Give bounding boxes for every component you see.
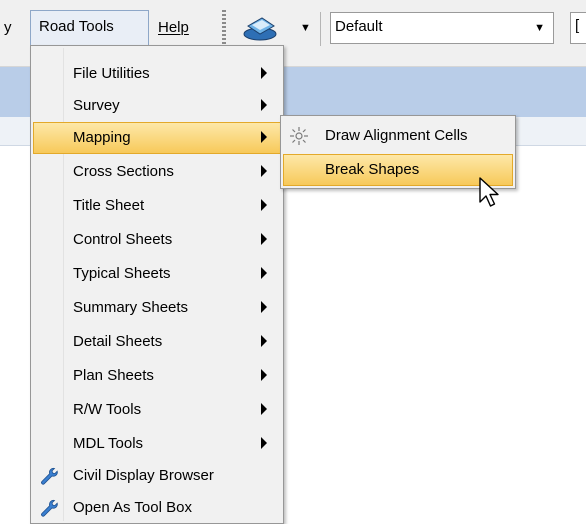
- menu-item-summary-sheets[interactable]: Summary Sheets: [33, 292, 281, 324]
- menu-item-mdl-tools[interactable]: MDL Tools: [33, 428, 281, 460]
- submenu-arrow-icon: [261, 67, 267, 79]
- menu-item-label: Survey: [73, 97, 120, 114]
- menu-item-label: Control Sheets: [73, 231, 173, 248]
- menu-item-control-sheets[interactable]: Control Sheets: [33, 224, 281, 256]
- menubar-item-partial[interactable]: y: [4, 18, 12, 38]
- submenu-arrow-icon: [261, 99, 267, 111]
- submenu-arrow-icon: [261, 403, 267, 415]
- toolbar-grip[interactable]: [222, 10, 226, 50]
- submenu-arrow-icon: [261, 165, 267, 177]
- sun-icon: [290, 127, 308, 145]
- menu-item-label: Mapping: [73, 129, 131, 146]
- menu-item-label: R/W Tools: [73, 401, 142, 418]
- submenu-arrow-icon: [261, 301, 267, 313]
- menu-item-title-sheet[interactable]: Title Sheet: [33, 190, 281, 222]
- road-tools-menu: File Utilities Survey Mapping Cross Sect…: [30, 45, 284, 524]
- submenu-item-label: Break Shapes: [325, 161, 420, 178]
- submenu-arrow-icon: [261, 437, 267, 449]
- menu-item-label: Title Sheet: [73, 197, 145, 214]
- wrench-icon: [41, 499, 58, 517]
- menu-item-label: Cross Sections: [73, 163, 174, 180]
- submenu-arrow-icon: [261, 233, 267, 245]
- submenu-arrow-icon: [261, 131, 267, 143]
- menu-item-open-as-tool-box[interactable]: Open As Tool Box: [33, 492, 281, 524]
- menu-item-label: Civil Display Browser: [73, 467, 214, 484]
- menu-item-label: Typical Sheets: [73, 265, 171, 282]
- submenu-arrow-icon: [261, 267, 267, 279]
- menu-item-mapping[interactable]: Mapping: [33, 122, 281, 154]
- level-combo[interactable]: Default ▼: [330, 12, 554, 44]
- layers-icon[interactable]: [240, 14, 280, 44]
- menu-item-label: Detail Sheets: [73, 333, 163, 350]
- menubar-item-help[interactable]: Help: [158, 18, 189, 38]
- menu-item-label: MDL Tools: [73, 435, 144, 452]
- menu-item-label: Plan Sheets: [73, 367, 154, 384]
- menu-item-rw-tools[interactable]: R/W Tools: [33, 394, 281, 426]
- menu-item-label: Open As Tool Box: [73, 499, 192, 516]
- menubar-item-road-tools[interactable]: Road Tools: [30, 10, 149, 46]
- menu-item-survey[interactable]: Survey: [33, 90, 281, 122]
- next-combo-text: [: [575, 17, 580, 34]
- mouse-cursor-icon: [479, 177, 499, 207]
- wrench-icon: [41, 467, 58, 485]
- menu-item-civil-display-browser[interactable]: Civil Display Browser: [33, 460, 281, 492]
- menu-item-cross-sections[interactable]: Cross Sections: [33, 156, 281, 188]
- road-tools-label: Road Tools: [39, 18, 114, 35]
- chevron-down-icon[interactable]: ▼: [534, 22, 545, 34]
- menu-item-label: File Utilities: [73, 65, 150, 82]
- menu-item-detail-sheets[interactable]: Detail Sheets: [33, 326, 281, 358]
- submenu-arrow-icon: [261, 199, 267, 211]
- submenu-arrow-icon: [261, 369, 267, 381]
- layers-dropdown-arrow-icon[interactable]: ▼: [300, 22, 311, 34]
- submenu-item-label: Draw Alignment Cells: [325, 127, 468, 144]
- toolbar-separator: [320, 12, 321, 46]
- level-combo-value: Default: [335, 18, 383, 35]
- submenu-arrow-icon: [261, 335, 267, 347]
- submenu-item-draw-alignment-cells[interactable]: Draw Alignment Cells: [283, 120, 513, 152]
- menu-item-label: Summary Sheets: [73, 299, 189, 316]
- next-combo[interactable]: [: [570, 12, 586, 44]
- menu-item-typical-sheets[interactable]: Typical Sheets: [33, 258, 281, 290]
- menu-item-file-utilities[interactable]: File Utilities: [33, 58, 281, 90]
- menu-item-plan-sheets[interactable]: Plan Sheets: [33, 360, 281, 392]
